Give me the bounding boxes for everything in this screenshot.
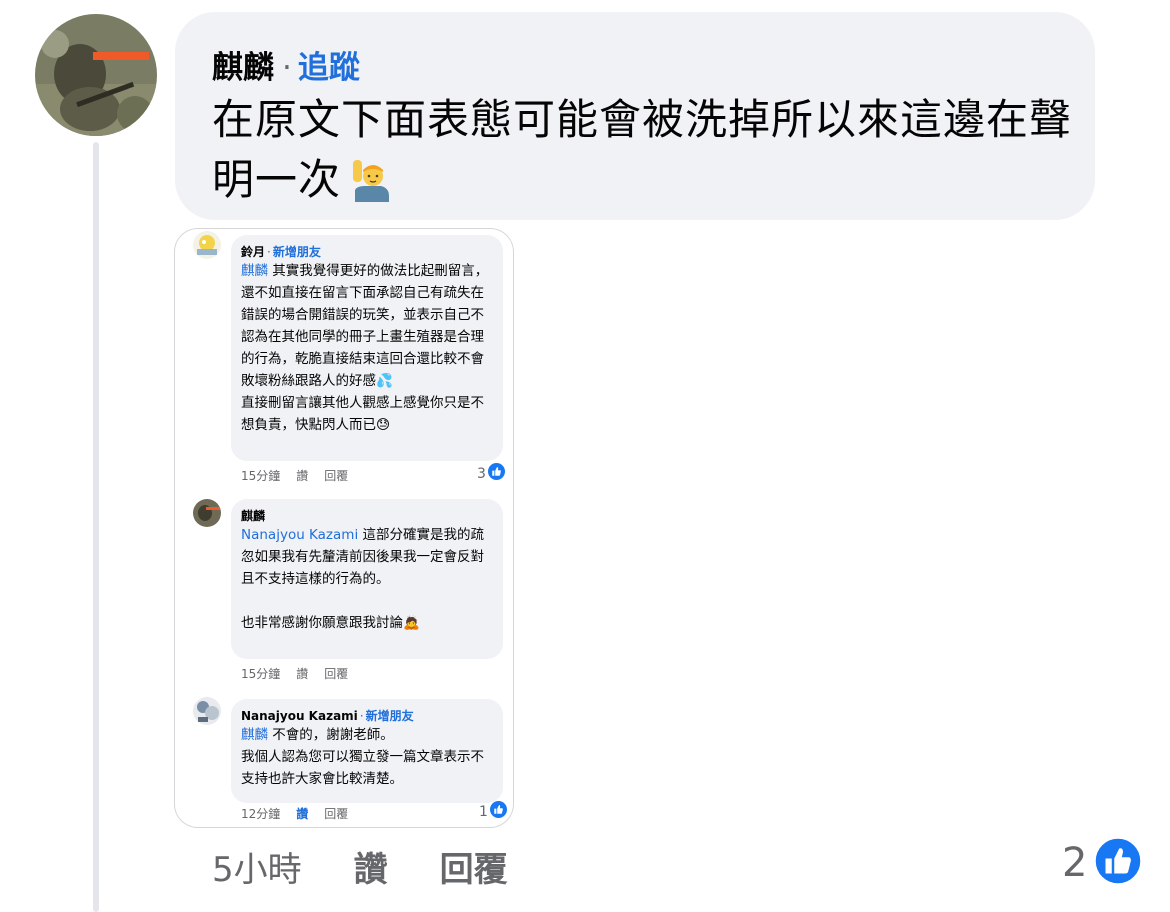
- comment-bubble: 鈴月 · 新增朋友 麒麟 其實我覺得更好的做法比起刪留言，還不如直接在留言下面承認自…: [231, 235, 503, 461]
- reply-button[interactable]: 回覆: [440, 850, 508, 890]
- comment-header: 麒麟 · 追蹤: [212, 42, 360, 87]
- comment-actions: 12分鐘 讚 回覆: [241, 805, 364, 822]
- mention-link: Nanajyou Kazami: [241, 527, 359, 543]
- person-raising-hand-icon: [347, 158, 391, 218]
- reply-button: 回覆: [324, 469, 349, 483]
- comment-text: Nanajyou Kazami 這部分確實是我的疏忽如果我有先釐清前因後果我一定…: [241, 524, 493, 634]
- add-friend-link: 新增朋友: [272, 245, 321, 259]
- comment-text: 麒麟 不會的，謝謝老師。 我個人認為您可以獨立發一篇文章表示不支持也許大家會比較…: [241, 724, 493, 790]
- comment-author[interactable]: 麒麟: [212, 50, 274, 86]
- reaction-summary: 1: [479, 801, 507, 822]
- add-friend-link: 新增朋友: [365, 709, 414, 723]
- comment-body: 其實我覺得更好的做法比起刪留言，還不如直接在留言下面承認自己有疏失在錯誤的場合開…: [241, 263, 489, 389]
- like-button: 讚: [296, 469, 309, 483]
- reply-thread-line: [93, 142, 99, 912]
- reaction-summary: 3: [477, 463, 505, 484]
- timestamp: 15分鐘: [241, 469, 281, 483]
- comment-actions: 15分鐘 讚 回覆: [241, 665, 364, 682]
- like-button[interactable]: 讚: [354, 850, 388, 890]
- reaction-count: 1: [479, 803, 488, 820]
- separator-dot: ·: [359, 709, 364, 723]
- comment-text: 在原文下面表態可能會被洗掉所以來這邊在聲明一次: [212, 90, 1082, 218]
- follow-button[interactable]: 追蹤: [298, 50, 360, 86]
- comment-bubble: 麒麟 · 追蹤 在原文下面表態可能會被洗掉所以來這邊在聲明一次: [175, 12, 1095, 220]
- comment-author: Nanajyou Kazami: [241, 709, 358, 723]
- timestamp: 12分鐘: [241, 807, 281, 821]
- comment-actions: 5小時 讚 回覆: [212, 842, 560, 891]
- comment-actions: 15分鐘 讚 回覆: [241, 467, 364, 484]
- mention-link: 麒麟: [241, 727, 268, 743]
- like-reaction-icon: [1093, 836, 1143, 890]
- separator-dot: ·: [267, 245, 271, 259]
- comment-text: 麒麟 其實我覺得更好的做法比起刪留言，還不如直接在留言下面承認自己有疏失在錯誤的…: [241, 260, 493, 436]
- avatar[interactable]: [35, 14, 157, 136]
- reaction-summary[interactable]: 2: [1062, 836, 1143, 890]
- comment-author: 麒麟: [241, 509, 266, 523]
- comment-header: 鈴月 · 新增朋友: [241, 243, 493, 260]
- like-button: 讚: [296, 807, 309, 821]
- timestamp: 15分鐘: [241, 667, 281, 681]
- avatar: [193, 697, 221, 725]
- comment-body: 不會的，謝謝老師。: [268, 727, 394, 743]
- like-reaction-icon: [489, 801, 507, 822]
- comment-author: 鈴月: [241, 245, 266, 259]
- comment-body-2: 也非常感謝你願意跟我討論🙇: [241, 615, 420, 631]
- like-button: 讚: [296, 667, 309, 681]
- comment-body: 在原文下面表態可能會被洗掉所以來這邊在聲明一次: [212, 95, 1073, 204]
- separator-dot: ·: [282, 50, 292, 86]
- mention-link: 麒麟: [241, 263, 268, 279]
- comment-body-2: 直接刪留言讓其他人觀感上感覺你只是不想負責，快點閃人而已😓: [241, 395, 484, 433]
- comment-bubble: Nanajyou Kazami · 新增朋友 麒麟 不會的，謝謝老師。 我個人認為您…: [231, 699, 503, 803]
- comment-bubble: 麒麟 Nanajyou Kazami 這部分確實是我的疏忽如果我有先釐清前因後果…: [231, 499, 503, 659]
- comment-body-2: 我個人認為您可以獨立發一篇文章表示不支持也許大家會比較清楚。: [241, 749, 484, 787]
- reply-button: 回覆: [324, 807, 349, 821]
- comment-header: Nanajyou Kazami · 新增朋友: [241, 707, 493, 724]
- reaction-count: 3: [477, 465, 486, 482]
- embedded-comment-screenshot[interactable]: 鈴月 · 新增朋友 麒麟 其實我覺得更好的做法比起刪留言，還不如直接在留言下面承認自…: [174, 228, 514, 828]
- avatar: [193, 499, 221, 527]
- reply-button: 回覆: [324, 667, 349, 681]
- reaction-count: 2: [1062, 840, 1088, 886]
- avatar: [193, 231, 221, 259]
- like-reaction-icon: [487, 463, 505, 484]
- timestamp[interactable]: 5小時: [212, 850, 302, 890]
